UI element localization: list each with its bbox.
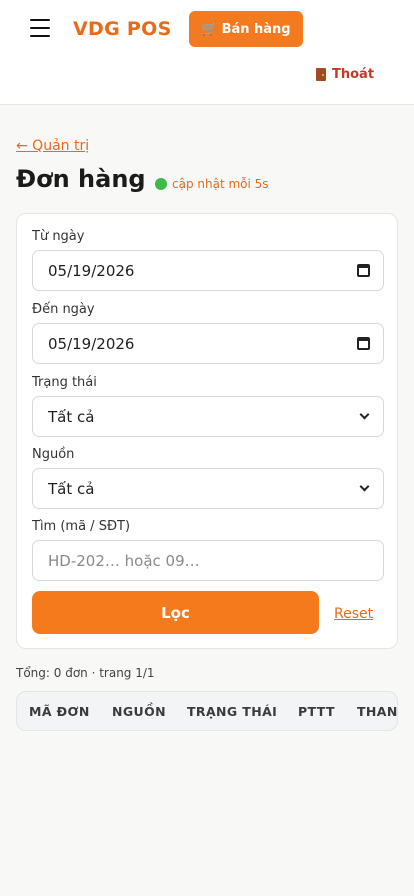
- top-bar: VDG POS 🛒 Bán hàng Thoát: [0, 0, 414, 105]
- brand-logo[interactable]: VDG POS: [73, 18, 172, 40]
- column-header-order-id[interactable]: MÃ ĐƠN: [29, 704, 90, 719]
- filter-card: Từ ngày 05/19/2026 Đến ngày 05/19/2026 T…: [16, 213, 398, 649]
- to-date-label: Đến ngày: [32, 302, 95, 317]
- reset-link[interactable]: Reset: [334, 606, 373, 622]
- search-placeholder: HD-202… hoặc 09…: [48, 551, 200, 570]
- filter-button[interactable]: Lọc: [32, 591, 319, 634]
- from-date-value: 05/19/2026: [48, 261, 135, 280]
- door-icon: [316, 68, 326, 81]
- from-date-label: Từ ngày: [32, 229, 85, 244]
- logout-label: Thoát: [332, 67, 375, 82]
- logout-button[interactable]: Thoát: [316, 67, 374, 82]
- to-date-input[interactable]: 05/19/2026: [32, 323, 384, 364]
- back-link[interactable]: ← Quản trị: [16, 138, 89, 154]
- sell-button[interactable]: 🛒 Bán hàng: [189, 11, 303, 47]
- from-date-input[interactable]: 05/19/2026: [32, 250, 384, 291]
- chevron-down-icon: [359, 481, 370, 492]
- column-header-payment[interactable]: THANH TOÁN: [357, 704, 397, 719]
- sell-button-label: Bán hàng: [221, 21, 291, 37]
- status-select-value: Tất cả: [48, 407, 95, 426]
- search-input[interactable]: HD-202… hoặc 09…: [32, 540, 384, 581]
- calendar-icon[interactable]: [357, 337, 370, 350]
- orders-table: MÃ ĐƠN NGUỒN TRẠNG THÁI PTTT THANH TOÁN: [16, 691, 398, 731]
- menu-icon[interactable]: [30, 19, 50, 37]
- page-title: Đơn hàng: [16, 165, 146, 193]
- results-summary: Tổng: 0 đơn · trang 1/1: [16, 666, 155, 680]
- status-label: Trạng thái: [32, 375, 97, 390]
- column-header-payment-method[interactable]: PTTT: [298, 704, 335, 719]
- source-select-value: Tất cả: [48, 479, 95, 498]
- source-select[interactable]: Tất cả: [32, 468, 384, 509]
- live-status-text: cập nhật mỗi 5s: [172, 177, 269, 191]
- calendar-icon[interactable]: [357, 264, 370, 277]
- live-dot-icon: [155, 178, 167, 190]
- search-label: Tìm (mã / SĐT): [32, 519, 131, 534]
- live-status: cập nhật mỗi 5s: [155, 177, 269, 191]
- column-header-status[interactable]: TRẠNG THÁI: [187, 704, 277, 719]
- source-label: Nguồn: [32, 447, 75, 462]
- chevron-down-icon: [359, 409, 370, 420]
- to-date-value: 05/19/2026: [48, 334, 135, 353]
- cart-icon: 🛒: [201, 21, 218, 37]
- status-select[interactable]: Tất cả: [32, 396, 384, 437]
- table-header: MÃ ĐƠN NGUỒN TRẠNG THÁI PTTT THANH TOÁN: [17, 692, 397, 730]
- column-header-source[interactable]: NGUỒN: [112, 704, 166, 719]
